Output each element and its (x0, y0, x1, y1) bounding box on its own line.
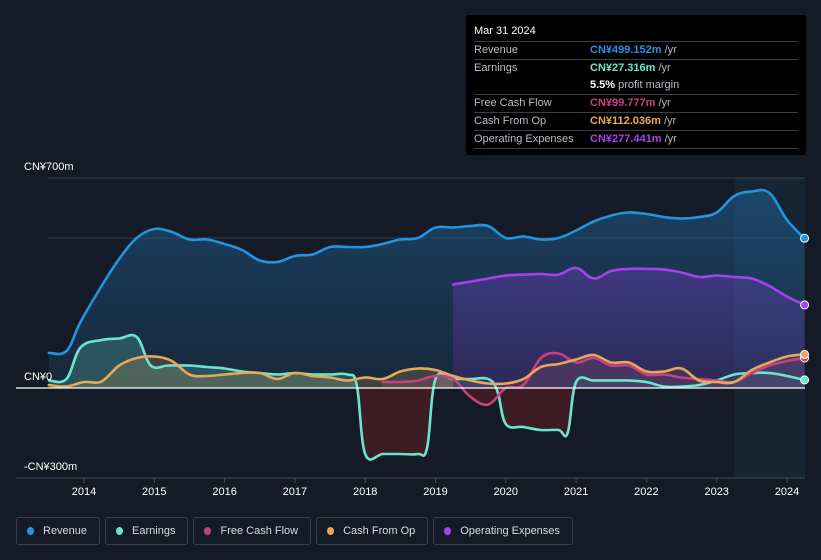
x-tick-label: 2024 (775, 486, 799, 498)
legend-dot-icon (204, 527, 212, 535)
legend-item-operating-expenses[interactable]: Operating Expenses (433, 517, 573, 545)
legend-label: Revenue (43, 525, 88, 537)
legend-dot-icon (444, 527, 452, 535)
y-tick-label: -CN¥300m (24, 461, 77, 473)
revenue-endpoint (800, 233, 810, 243)
tooltip-row: Revenue CN¥499.152m/yr (474, 41, 798, 59)
x-tick-label: 2022 (634, 486, 658, 498)
operating-expenses-endpoint (800, 300, 810, 310)
tooltip-row: Free Cash Flow CN¥99.777m/yr (474, 94, 798, 112)
x-tick-label: 2017 (283, 486, 307, 498)
x-tick-label: 2016 (212, 486, 236, 498)
tooltip-value: CN¥499.152m (590, 44, 662, 56)
x-tick-label: 2014 (72, 486, 96, 498)
legend-item-revenue[interactable]: Revenue (16, 517, 101, 545)
tooltip-unit: /yr (658, 62, 671, 74)
legend-label: Earnings (132, 525, 176, 537)
tooltip-value: 5.5% (590, 79, 616, 91)
tooltip-row: Operating Expenses CN¥277.441m/yr (474, 130, 798, 149)
tooltip-label: Revenue (474, 44, 519, 56)
x-tick-label: 2021 (564, 486, 588, 498)
earnings-endpoint (800, 375, 810, 385)
tooltip-value: CN¥27.316m (590, 62, 656, 74)
legend: Revenue Earnings Free Cash Flow Cash From O… (16, 517, 573, 545)
tooltip-label: Earnings (474, 62, 518, 74)
y-tick-label: CN¥700m (24, 161, 74, 173)
x-tick-label: 2023 (704, 486, 728, 498)
legend-item-earnings[interactable]: Earnings (105, 517, 189, 545)
legend-label: Free Cash Flow (220, 525, 299, 537)
tooltip-unit: /yr (664, 133, 677, 145)
tooltip-label: Operating Expenses (474, 133, 574, 145)
tooltip-unit: profit margin (618, 79, 680, 91)
cash-from-op-endpoint (800, 349, 810, 359)
forecast-shade (734, 178, 805, 478)
tooltip-label: Free Cash Flow (474, 97, 552, 109)
legend-dot-icon (27, 527, 34, 535)
tooltip-row: Earnings CN¥27.316m/yr (474, 59, 798, 77)
legend-dot-icon (116, 527, 124, 535)
tooltip-unit: /yr (663, 115, 677, 127)
y-tick-label: CN¥0 (24, 371, 52, 383)
tooltip-label: Cash From Op (474, 115, 547, 127)
tooltip-value: CN¥277.441m (590, 133, 662, 145)
tooltip: Mar 31 2024 Revenue CN¥499.152m/yr Earning… (466, 15, 806, 155)
x-tick-label: 2020 (494, 486, 518, 498)
legend-item-cash-from-op[interactable]: Cash From Op (316, 517, 429, 545)
tooltip-row: Cash From Op CN¥112.036m/yr (474, 112, 798, 130)
tooltip-label (474, 77, 590, 94)
tooltip-value: CN¥112.036m (590, 115, 661, 127)
legend-dot-icon (327, 527, 335, 535)
tooltip-unit: /yr (664, 44, 677, 56)
tooltip-row: 5.5% profit margin (474, 77, 798, 94)
legend-item-free-cash-flow[interactable]: Free Cash Flow (193, 517, 312, 545)
tooltip-unit: /yr (658, 97, 671, 109)
legend-label: Operating Expenses (460, 525, 560, 537)
x-tick-label: 2018 (353, 486, 377, 498)
y-axis-labels: CN¥700m CN¥0 -CN¥300m (24, 161, 77, 473)
tooltip-date: Mar 31 2024 (474, 25, 536, 37)
tooltip-value: CN¥99.777m (590, 97, 656, 109)
x-tick-label: 2015 (142, 486, 166, 498)
x-axis: 2014 2015 2016 2017 2018 2019 2020 2021 2022 2023… (72, 478, 799, 498)
x-tick-label: 2019 (423, 486, 447, 498)
legend-label: Cash From Op (343, 525, 416, 537)
